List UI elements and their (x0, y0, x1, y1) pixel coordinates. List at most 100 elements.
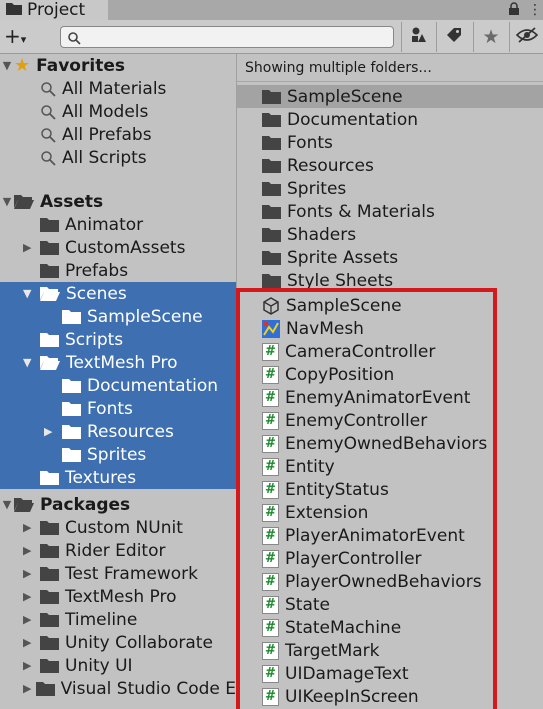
folder-icon (35, 681, 55, 696)
expand-arrow-icon[interactable]: ▼ (0, 356, 40, 369)
hidden-packages-button[interactable] (509, 22, 543, 52)
expand-arrow-icon[interactable]: ▶ (0, 521, 40, 534)
tree-package[interactable]: ▶ Visual Studio Code E (0, 677, 236, 700)
script-item[interactable]: # CopyPosition (237, 363, 543, 386)
expand-arrow-icon[interactable]: ▶ (0, 544, 40, 557)
tree-folder-samplescene[interactable]: SampleScene (0, 305, 236, 328)
expand-arrow-icon[interactable]: ▶ (0, 567, 40, 580)
more-options-icon[interactable]: ⋮ (528, 2, 542, 18)
favorite-item[interactable]: All Materials (40, 77, 166, 100)
folder-icon (262, 89, 281, 104)
script-item[interactable]: # EnemyController (237, 409, 543, 432)
asset-folder[interactable]: Fonts & Materials (237, 200, 543, 223)
expand-arrow-icon[interactable]: ▶ (0, 659, 40, 672)
tree-package[interactable]: ▶ TextMesh Pro (0, 585, 236, 608)
script-item[interactable]: # EnemyAnimatorEvent (237, 386, 543, 409)
expand-arrow-icon[interactable]: ▶ (0, 682, 36, 695)
expand-arrow-icon[interactable]: ▼ (0, 498, 14, 511)
script-item[interactable]: # Extension (237, 501, 543, 524)
folder-icon (40, 566, 59, 581)
open-folder-icon (14, 194, 34, 209)
expand-arrow-icon[interactable]: ▼ (0, 195, 14, 208)
expand-arrow-icon[interactable]: ▶ (0, 241, 40, 254)
expand-arrow-icon[interactable]: ▼ (0, 59, 14, 72)
script-item[interactable]: # PlayerAnimatorEvent (237, 524, 543, 547)
folder-icon (62, 447, 81, 462)
favorite-item[interactable]: All Models (40, 100, 148, 123)
folder-icon (40, 520, 59, 535)
tree-package[interactable]: ▶ Rider Editor (0, 539, 236, 562)
tree-package[interactable]: ▶ Custom NUnit (0, 516, 236, 539)
folder-icon (262, 112, 281, 127)
folder-icon (62, 424, 81, 439)
script-item[interactable]: # UIDamageText (237, 662, 543, 685)
tree-folder-customassets[interactable]: ▶ CustomAssets (0, 236, 236, 259)
expand-arrow-icon[interactable]: ▶ (0, 636, 40, 649)
tree-package[interactable]: ▶ Timeline (0, 608, 236, 631)
expand-arrow-icon[interactable]: ▶ (0, 613, 40, 626)
asset-folder[interactable]: Shaders (237, 223, 543, 246)
favorites-button[interactable]: ★ (473, 22, 508, 52)
asset-folder[interactable]: Sprite Assets (237, 246, 543, 269)
tree-favorites[interactable]: ▼ ★ Favorites (0, 54, 236, 77)
script-item[interactable]: # PlayerOwnedBehaviors (237, 570, 543, 593)
asset-scene[interactable]: SampleScene (237, 294, 543, 317)
favorite-item[interactable]: All Prefabs (40, 123, 152, 146)
search-input[interactable] (60, 26, 394, 48)
tree-folder-textures[interactable]: Textures (0, 466, 236, 489)
tree-folder-scenes[interactable]: ▼ Scenes (0, 282, 236, 305)
search-by-type-button[interactable] (401, 22, 436, 52)
folder-icon (6, 0, 22, 20)
navmesh-icon (262, 319, 280, 338)
asset-folder[interactable]: Sprites (237, 177, 543, 200)
expand-arrow-icon[interactable]: ▶ (0, 425, 62, 438)
script-item[interactable]: # CameraController (237, 340, 543, 363)
tab-title: Project (27, 0, 86, 20)
script-item[interactable]: # TargetMark (237, 639, 543, 662)
script-item[interactable]: # State (237, 593, 543, 616)
script-item[interactable]: # PlayerController (237, 547, 543, 570)
script-item[interactable]: # EnemyOwnedBehaviors (237, 432, 543, 455)
tree-folder-scripts[interactable]: Scripts (0, 328, 236, 351)
tree-package[interactable]: ▶ Test Framework (0, 562, 236, 585)
folder-icon (40, 263, 59, 278)
folder-icon (262, 227, 281, 242)
create-button[interactable]: +▾ (4, 26, 26, 50)
tree-assets[interactable]: ▼ Assets (0, 190, 236, 213)
csharp-script-icon: # (262, 664, 279, 683)
tree-folder-sprites[interactable]: Sprites (0, 443, 236, 466)
script-item[interactable]: # EntityStatus (237, 478, 543, 501)
script-item[interactable]: # UIKeepInScreen (237, 685, 543, 708)
search-icon (40, 150, 56, 166)
tree-folder-fonts[interactable]: Fonts (0, 397, 236, 420)
asset-folder[interactable]: Documentation (237, 108, 543, 131)
asset-folder[interactable]: Resources (237, 154, 543, 177)
tree-folder-resources[interactable]: ▶ Resources (0, 420, 236, 443)
csharp-script-icon: # (262, 641, 279, 660)
asset-folder[interactable]: Style Sheets (237, 269, 543, 292)
asset-navmesh[interactable]: NavMesh (237, 317, 543, 340)
project-tab[interactable]: Project (0, 0, 108, 20)
csharp-script-icon: # (262, 526, 279, 545)
expand-arrow-icon[interactable]: ▼ (0, 287, 40, 300)
script-item[interactable]: # Entity (237, 455, 543, 478)
asset-folder[interactable]: Fonts (237, 131, 543, 154)
tree-package[interactable]: ▶ Unity UI (0, 654, 236, 677)
folder-icon (262, 273, 281, 288)
favorite-item[interactable]: All Scripts (40, 146, 147, 169)
script-item[interactable]: # StateMachine (237, 616, 543, 639)
tree-package[interactable]: ▶ Unity Collaborate (0, 631, 236, 654)
search-by-label-button[interactable] (436, 22, 471, 52)
tree-folder-textmeshpro[interactable]: ▼ TextMesh Pro (0, 351, 236, 374)
asset-folder[interactable]: SampleScene (237, 85, 543, 108)
tree-folder-documentation[interactable]: Documentation (0, 374, 236, 397)
lock-icon[interactable] (508, 2, 520, 20)
tree-folder-animator[interactable]: Animator (0, 213, 236, 236)
csharp-script-icon: # (262, 595, 279, 614)
csharp-script-icon: # (262, 618, 279, 637)
expand-arrow-icon[interactable]: ▶ (0, 590, 40, 603)
tree-packages[interactable]: ▼ Packages (0, 493, 236, 516)
folder-icon (40, 543, 59, 558)
tree-folder-prefabs[interactable]: Prefabs (0, 259, 236, 282)
csharp-script-icon: # (262, 411, 279, 430)
